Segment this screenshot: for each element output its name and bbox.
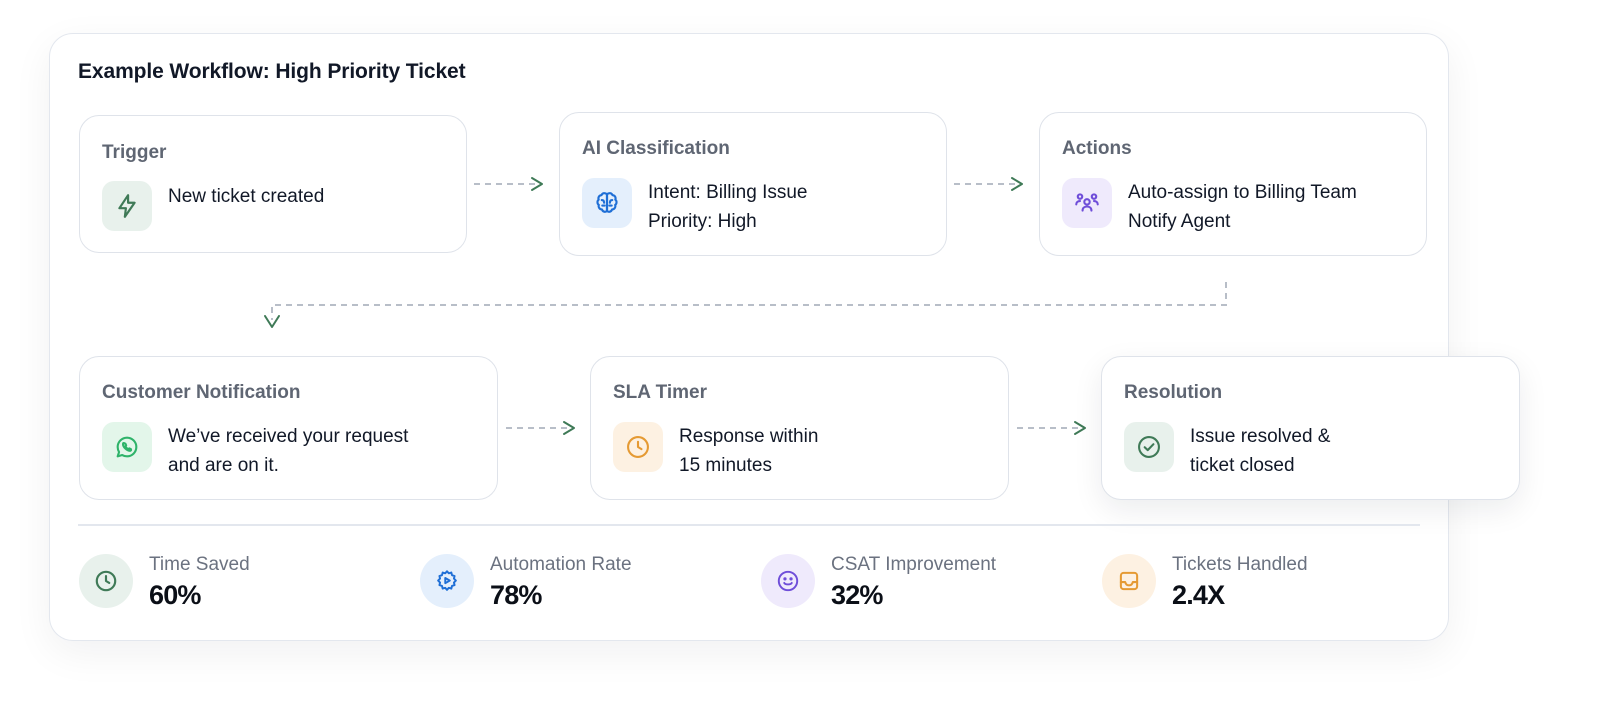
check-circle-icon bbox=[1124, 422, 1174, 472]
step-sla-timer: SLA Timer Response within 15 minutes bbox=[590, 356, 1009, 500]
stat-label: Automation Rate bbox=[490, 554, 632, 575]
stat-value: 78% bbox=[490, 580, 542, 610]
inbox-icon bbox=[1102, 554, 1156, 608]
lightning-icon bbox=[102, 181, 152, 231]
whatsapp-icon bbox=[102, 422, 152, 472]
step-customer-notification: Customer Notification We’ve received you… bbox=[79, 356, 498, 500]
stat-value: 2.4X bbox=[1172, 580, 1225, 610]
stats-divider bbox=[78, 524, 1420, 526]
step-title: Customer Notification bbox=[102, 382, 301, 403]
stat-label: Tickets Handled bbox=[1172, 554, 1308, 575]
smiley-icon bbox=[761, 554, 815, 608]
gear-play-icon bbox=[420, 554, 474, 608]
clock-icon bbox=[613, 422, 663, 472]
brain-icon bbox=[582, 178, 632, 228]
clock-icon bbox=[79, 554, 133, 608]
step-resolution: Resolution Issue resolved & ticket close… bbox=[1101, 356, 1520, 500]
step-ai-classification: AI Classification Intent: Billing Issue … bbox=[559, 112, 947, 256]
step-text: Auto-assign to Billing Team Notify Agent bbox=[1128, 182, 1357, 232]
step-title: Resolution bbox=[1124, 382, 1223, 403]
step-trigger: Trigger New ticket created bbox=[79, 115, 467, 253]
step-text: Issue resolved & ticket closed bbox=[1190, 426, 1331, 476]
step-actions: Actions Auto-assign to Billing Team Noti… bbox=[1039, 112, 1427, 256]
step-title: SLA Timer bbox=[613, 382, 707, 403]
step-text: New ticket created bbox=[168, 186, 325, 207]
stat-label: Time Saved bbox=[149, 554, 250, 575]
step-text: We’ve received your request and are on i… bbox=[168, 426, 409, 476]
step-title: AI Classification bbox=[582, 138, 730, 159]
step-text: Intent: Billing Issue Priority: High bbox=[648, 182, 808, 232]
workflow-title: Example Workflow: High Priority Ticket bbox=[78, 60, 466, 83]
stat-value: 32% bbox=[831, 580, 883, 610]
step-text: Response within 15 minutes bbox=[679, 426, 819, 476]
step-title: Actions bbox=[1062, 138, 1132, 159]
step-title: Trigger bbox=[102, 142, 167, 163]
stat-value: 60% bbox=[149, 580, 201, 610]
stat-label: CSAT Improvement bbox=[831, 554, 997, 575]
team-icon bbox=[1062, 178, 1112, 228]
